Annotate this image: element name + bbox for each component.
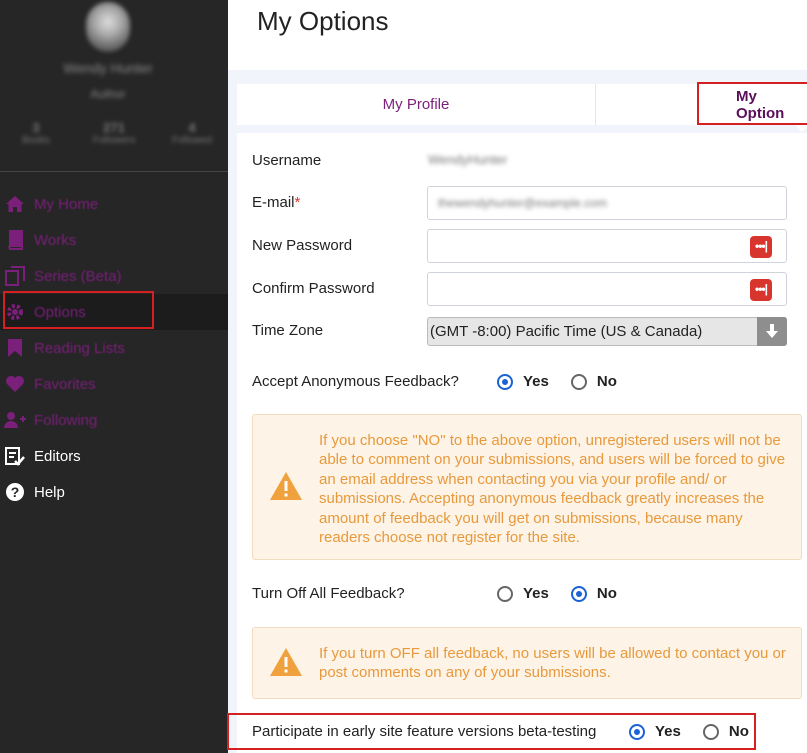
beta-testing-highlight-box — [227, 713, 756, 750]
anon-feedback-label: Accept Anonymous Feedback? — [252, 373, 459, 390]
timezone-selected-value: (GMT -8:00) Pacific Time (US & Canada) — [430, 323, 703, 340]
anon-feedback-no-option[interactable]: No — [570, 373, 617, 390]
options-highlight-box — [3, 291, 154, 329]
anon-feedback-warning: If you choose "NO" to the above option, … — [252, 414, 802, 560]
timezone-label: Time Zone — [252, 322, 324, 339]
svg-text:?: ? — [11, 484, 20, 500]
sidebar-item-label: Series (Beta) — [34, 267, 122, 285]
turn-off-feedback-warning: If you turn OFF all feedback, no users w… — [252, 627, 802, 699]
stat-label: Followers — [92, 135, 136, 146]
required-mark: * — [294, 194, 301, 211]
stat-followed[interactable]: 4 Followed — [162, 120, 222, 146]
heart-icon — [4, 373, 26, 395]
user-plus-icon — [4, 409, 26, 431]
radio-label: No — [596, 585, 617, 602]
new-password-label: New Password — [252, 237, 353, 254]
book-icon — [4, 229, 26, 251]
active-tab-caret — [795, 125, 807, 132]
username-value: WendyHunter — [428, 152, 508, 167]
confirm-password-field[interactable]: •••| — [427, 272, 787, 306]
sidebar-item-label: Help — [34, 483, 65, 501]
radio-label: Yes — [523, 373, 549, 390]
radio-button[interactable] — [497, 585, 513, 602]
radio-button-selected[interactable] — [570, 585, 587, 602]
sidebar-nav: My Home Works Series (Beta) Options Read… — [0, 186, 228, 510]
new-password-field[interactable]: •••| — [427, 229, 787, 263]
sidebar-divider — [0, 171, 228, 172]
radio-label: Yes — [523, 585, 549, 602]
tab-my-profile[interactable]: My Profile — [237, 84, 596, 125]
password-manager-icon[interactable]: •••| — [750, 279, 772, 301]
avatar[interactable] — [86, 2, 130, 52]
turn-off-feedback-warning-text: If you turn OFF all feedback, no users w… — [319, 645, 786, 682]
stat-followers[interactable]: 271 Followers — [84, 120, 144, 146]
email-value: thewendyhunter@example.com — [438, 196, 607, 210]
page-title: My Options — [257, 6, 389, 36]
sidebar-item-label: Works — [34, 231, 77, 249]
options-tab-highlight-box — [697, 82, 807, 125]
anon-feedback-yes-option[interactable]: Yes — [497, 373, 549, 390]
stat-value: 3 — [32, 120, 40, 135]
help-icon: ? — [4, 481, 26, 503]
bookmark-icon — [4, 337, 26, 359]
sidebar-item-label: Editors — [34, 447, 81, 465]
sidebar-item-favorites[interactable]: Favorites — [0, 366, 228, 402]
turn-off-feedback-no-option[interactable]: No — [570, 585, 617, 602]
sidebar-item-label: Following — [34, 411, 98, 429]
password-manager-icon[interactable]: •••| — [750, 236, 772, 258]
email-label: E-mail* — [252, 194, 300, 211]
sidebar-item-series[interactable]: Series (Beta) — [0, 258, 228, 294]
email-field[interactable]: thewendyhunter@example.com — [427, 186, 787, 220]
sidebar-item-my-home[interactable]: My Home — [0, 186, 228, 222]
sidebar-item-help[interactable]: ? Help — [0, 474, 228, 510]
arrow-down-icon[interactable] — [757, 317, 787, 346]
radio-label: No — [596, 373, 617, 390]
anon-feedback-warning-text: If you choose "NO" to the above option, … — [319, 432, 786, 547]
warning-icon — [269, 471, 303, 501]
radio-button-selected[interactable] — [497, 373, 513, 390]
user-stats: 3 Books 271 Followers 4 Followed — [6, 120, 222, 146]
stat-value: 271 — [103, 120, 125, 135]
stat-label: Books — [22, 135, 50, 146]
stat-label: Followed — [171, 135, 213, 146]
turn-off-feedback-yes-option[interactable]: Yes — [497, 585, 549, 602]
radio-button[interactable] — [570, 373, 587, 390]
warning-icon — [269, 647, 303, 677]
editor-check-icon — [4, 445, 26, 467]
sidebar-item-editors[interactable]: Editors — [0, 438, 228, 474]
email-label-text: E-mail — [252, 194, 295, 211]
user-role: Author — [90, 87, 126, 101]
sidebar-item-label: My Home — [34, 195, 99, 213]
user-name[interactable]: Wendy Hunter — [40, 60, 176, 76]
stat-value: 4 — [188, 120, 196, 135]
sidebar-item-following[interactable]: Following — [0, 402, 228, 438]
username-label: Username — [252, 152, 322, 169]
stat-books[interactable]: 3 Books — [6, 120, 66, 146]
turn-off-feedback-radio-group: Yes No — [497, 585, 639, 602]
sidebar: Wendy Hunter Author 3 Books 271 Follower… — [0, 0, 228, 753]
series-icon — [4, 265, 26, 287]
sidebar-item-label: Reading Lists — [34, 339, 125, 357]
sidebar-item-label: Favorites — [34, 375, 96, 393]
timezone-select[interactable]: (GMT -8:00) Pacific Time (US & Canada) — [427, 317, 787, 346]
confirm-password-label: Confirm Password — [252, 280, 375, 297]
anon-feedback-radio-group: Yes No — [497, 373, 639, 390]
sidebar-item-works[interactable]: Works — [0, 222, 228, 258]
sidebar-item-reading-lists[interactable]: Reading Lists — [0, 330, 228, 366]
turn-off-feedback-label: Turn Off All Feedback? — [252, 585, 405, 602]
home-icon — [4, 193, 26, 215]
